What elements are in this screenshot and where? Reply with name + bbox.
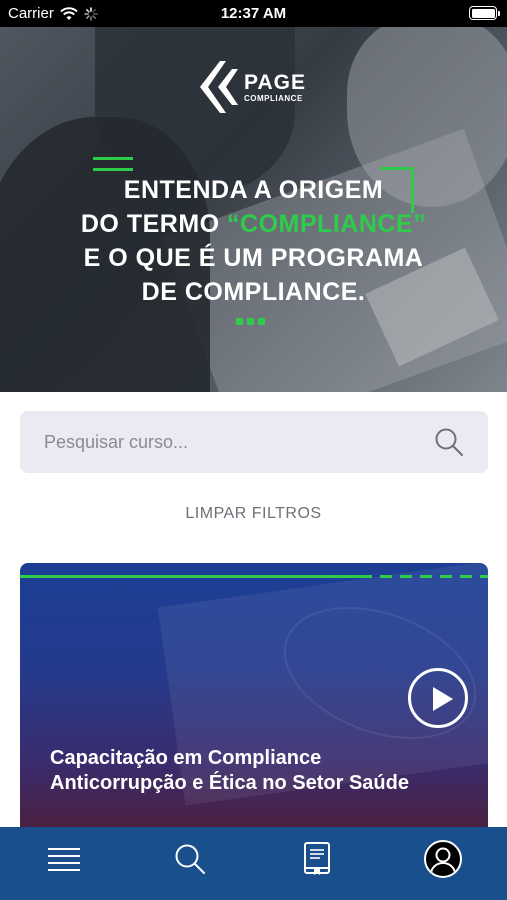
profile-icon [430,847,456,875]
tab-menu[interactable] [44,839,84,879]
hero-line-2-highlight: “COMPLIANCE” [227,210,427,238]
menu-icon [48,848,80,871]
course-title: Capacitação em Compliance Anticorrupção … [50,746,450,796]
status-bar: Carrier 12:37 AM [0,0,507,27]
search-input[interactable] [44,411,424,473]
logo-text-small: COMPLIANCE [244,93,303,103]
course-card[interactable]: Capacitação em Compliance Anticorrupção … [20,563,488,828]
app-screen: Carrier 12:37 AM PAGE COMPLIANCE ENTENDA… [0,0,507,900]
hero-dot [247,318,254,325]
logo-text-big: PAGE [244,70,306,94]
battery-fill [471,8,495,18]
battery-icon [469,6,500,20]
book-icon [304,842,330,875]
page-compliance-logo: PAGE COMPLIANCE [198,59,306,115]
card-accent-dashes [360,575,488,578]
hero-line-3: E O QUE É UM PROGRAMA [83,244,424,272]
logo-chevron-icon [200,61,238,113]
search-bar [20,411,488,473]
hero-line-1: ENTENDA A ORIGEM [123,176,384,204]
hero-line-2: DO TERMO “COMPLIANCE” [0,207,507,241]
battery-tip [498,11,500,16]
course-title-line-1: Capacitação em Compliance [50,747,322,769]
play-button[interactable] [408,668,468,728]
logo-text: PAGE COMPLIANCE [244,70,306,103]
tab-profile[interactable] [423,839,463,879]
hero-headline: ENTENDA A ORIGEM DO TERMO “COMPLIANCE” E… [0,173,507,309]
search-icon [175,844,205,874]
search-icon[interactable] [434,427,464,457]
tab-search[interactable] [170,839,210,879]
clear-filters-button[interactable]: LIMPAR FILTROS [0,505,507,523]
tab-courses[interactable] [297,839,337,879]
hero-dots-decoration [236,318,265,325]
avatar [424,840,462,878]
card-accent-line [20,575,360,578]
hero-dot [258,318,265,325]
hero-accent-bracket [93,157,133,171]
status-time: 12:37 AM [220,5,287,22]
hero-banner[interactable]: PAGE COMPLIANCE ENTENDA A ORIGEM DO TERM… [0,27,507,392]
bottom-tab-bar [0,827,507,900]
hero-line-4: DE COMPLIANCE. [141,278,366,306]
course-title-line-2: Anticorrupção e Ética no Setor Saúde [50,772,409,794]
hero-dot [236,318,243,325]
hero-line-2-prefix: DO TERMO [80,210,228,238]
